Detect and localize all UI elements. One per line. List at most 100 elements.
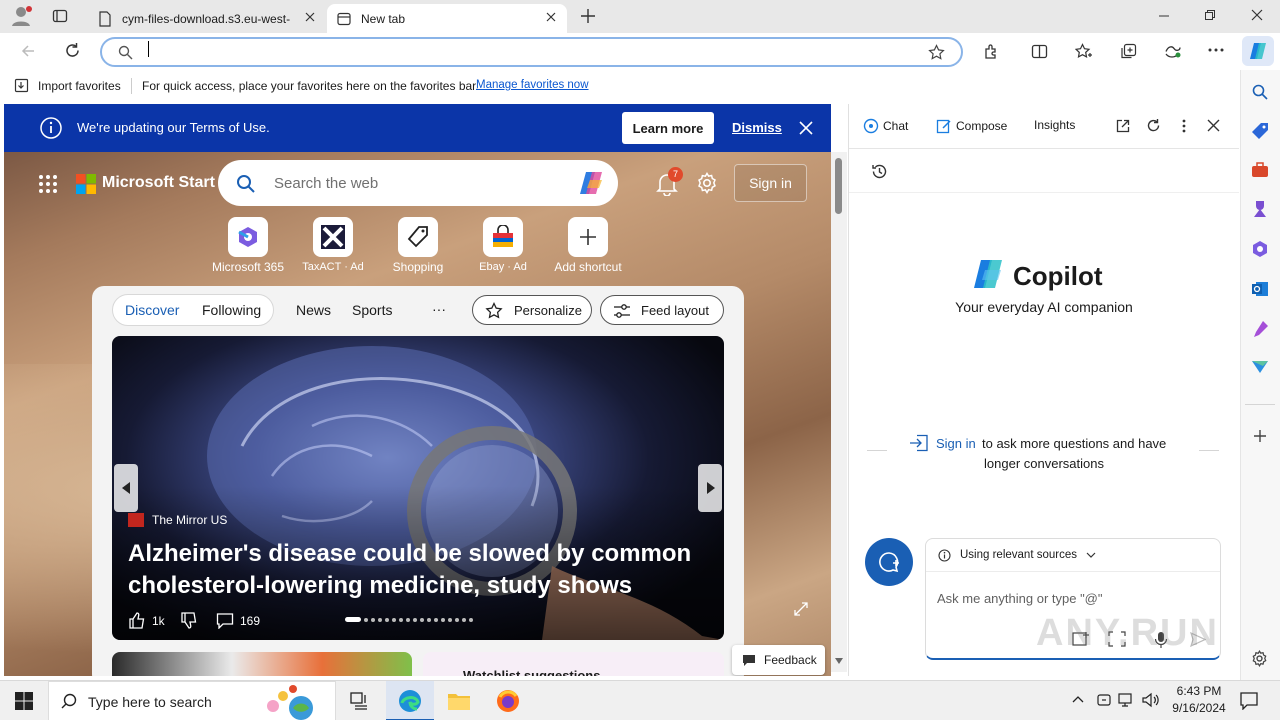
back-icon[interactable] — [20, 43, 36, 59]
microsoft365-sidebar-icon[interactable] — [1251, 240, 1269, 258]
tray-chevron-up-icon[interactable] — [1072, 695, 1084, 703]
firefox-icon[interactable] — [496, 689, 520, 713]
tab-following[interactable]: Following — [202, 302, 261, 318]
refresh-icon[interactable] — [64, 42, 81, 59]
news-card-image[interactable] — [112, 652, 412, 676]
clock-date[interactable]: 9/16/2024 — [1166, 701, 1232, 715]
page-scrollbar[interactable] — [831, 152, 847, 672]
split-screen-icon[interactable] — [1031, 43, 1048, 60]
restore-icon[interactable] — [1204, 9, 1216, 21]
page-settings-icon[interactable] — [696, 172, 718, 194]
scrollbar-thumb[interactable] — [835, 158, 842, 214]
tab-new-tab[interactable]: New tab — [327, 4, 567, 33]
close-tab-icon[interactable] — [545, 11, 557, 23]
feedback-button[interactable]: Feedback — [732, 645, 825, 675]
tab-insights[interactable]: Insights — [1034, 118, 1075, 132]
refresh-chat-icon[interactable] — [1146, 118, 1161, 133]
tools-sidebar-icon[interactable] — [1251, 162, 1269, 178]
chevron-down-icon[interactable] — [1086, 552, 1096, 558]
shopping-tag-sidebar-icon[interactable] — [1251, 122, 1269, 140]
new-topic-button[interactable] — [865, 538, 913, 586]
favorite-star-icon[interactable] — [928, 44, 945, 61]
shortcut-microsoft365[interactable] — [228, 217, 268, 257]
brand-title[interactable]: Microsoft Start — [102, 174, 215, 192]
task-view-icon[interactable] — [350, 692, 368, 710]
web-search-box[interactable]: Search the web — [218, 160, 618, 206]
more-options-icon[interactable] — [1182, 119, 1186, 133]
open-in-new-icon[interactable] — [1116, 119, 1130, 133]
web-search-input[interactable]: Search the web — [274, 175, 378, 192]
drop-sidebar-icon[interactable] — [1251, 360, 1269, 374]
address-bar[interactable] — [100, 37, 963, 67]
shortcut-shopping[interactable] — [398, 217, 438, 257]
copilot-sign-in-link[interactable]: Sign in — [936, 436, 976, 451]
add-shortcut-button[interactable] — [568, 217, 608, 257]
file-explorer-icon[interactable] — [447, 691, 471, 711]
new-tab-button[interactable] — [580, 8, 596, 24]
tab-sports[interactable]: Sports — [352, 302, 392, 318]
feed-layout-button[interactable]: Feed layout — [600, 295, 724, 325]
minimize-icon[interactable] — [1158, 10, 1170, 22]
more-tabs-button[interactable]: ··· — [432, 301, 446, 317]
profile-icon[interactable] — [10, 5, 34, 27]
comments-icon[interactable] — [216, 612, 234, 629]
browser-essentials-icon[interactable] — [1164, 43, 1182, 60]
feed-layout-icon — [614, 304, 630, 318]
notification-center-icon[interactable] — [1240, 692, 1258, 710]
tab-chat[interactable]: Chat — [883, 119, 908, 133]
favorites-icon[interactable] — [1075, 43, 1093, 60]
tab-discover[interactable]: Discover — [125, 302, 179, 318]
headline[interactable]: Alzheimer's disease could be slowed by c… — [128, 538, 691, 602]
carousel-next-button[interactable] — [698, 464, 722, 512]
extensions-icon[interactable] — [983, 43, 1000, 60]
news-source[interactable]: The Mirror US — [152, 513, 227, 527]
volume-icon[interactable] — [1142, 692, 1160, 708]
tab-news[interactable]: News — [296, 302, 331, 318]
start-sign-in-button[interactable]: Sign in — [734, 164, 807, 202]
tab-compose[interactable]: Compose — [956, 119, 1007, 133]
network-icon[interactable] — [1118, 692, 1136, 708]
terms-banner: We're updating our Terms of Use. Learn m… — [4, 104, 831, 152]
search-sidebar-icon[interactable] — [1252, 84, 1268, 100]
shortcut-ebay[interactable] — [483, 217, 523, 257]
taskbar-edge-button[interactable] — [386, 681, 434, 720]
tab-actions-icon[interactable] — [52, 8, 68, 24]
settings-more-icon[interactable] — [1208, 48, 1224, 52]
clock-time[interactable]: 6:43 PM — [1170, 684, 1228, 698]
collections-icon[interactable] — [1120, 43, 1137, 60]
taskbar-search-box[interactable]: Type here to search — [48, 681, 336, 720]
app-launcher-icon[interactable] — [38, 174, 58, 194]
carousel-indicator[interactable] — [345, 617, 473, 622]
copilot-toggle-button[interactable] — [1242, 36, 1274, 66]
games-sidebar-icon[interactable] — [1251, 200, 1269, 218]
copilot-search-icon[interactable] — [578, 170, 606, 196]
dislike-icon[interactable] — [180, 612, 198, 630]
expand-icon[interactable] — [794, 602, 808, 616]
shortcut-taxact[interactable] — [313, 217, 353, 257]
carousel-prev-button[interactable] — [114, 464, 138, 512]
close-window-icon[interactable] — [1251, 9, 1263, 21]
import-favorites-button[interactable]: Import favorites — [38, 79, 121, 93]
taskbar-search-input[interactable]: Type here to search — [88, 694, 212, 710]
scroll-down-icon[interactable] — [835, 658, 843, 664]
add-sidebar-app-icon[interactable] — [1253, 429, 1267, 443]
close-pane-icon[interactable] — [1207, 119, 1220, 132]
personalize-button[interactable]: Personalize — [472, 295, 592, 325]
history-icon[interactable] — [871, 163, 888, 180]
like-icon[interactable] — [128, 611, 146, 629]
learn-more-button[interactable]: Learn more — [622, 112, 714, 144]
manage-favorites-link[interactable]: Manage favorites now — [476, 79, 589, 91]
watchlist-card[interactable]: Watchlist suggestions — [423, 652, 724, 676]
tray-app-icon[interactable] — [1096, 692, 1112, 708]
sidebar-settings-icon[interactable] — [1251, 650, 1268, 667]
tab-cym-files[interactable]: cym-files-download.s3.eu-west- — [88, 4, 326, 33]
designer-sidebar-icon[interactable] — [1251, 320, 1269, 338]
chat-input[interactable]: Ask me anything or type "@" — [937, 591, 1103, 606]
close-tab-icon[interactable] — [304, 11, 316, 23]
sources-dropdown[interactable]: Using relevant sources — [960, 549, 1077, 561]
close-banner-icon[interactable] — [799, 121, 813, 135]
outlook-sidebar-icon[interactable] — [1251, 280, 1269, 298]
dismiss-button[interactable]: Dismiss — [732, 120, 782, 135]
windows-start-icon[interactable] — [15, 692, 33, 710]
hero-news-card[interactable]: The Mirror US Alzheimer's disease could … — [112, 336, 724, 640]
